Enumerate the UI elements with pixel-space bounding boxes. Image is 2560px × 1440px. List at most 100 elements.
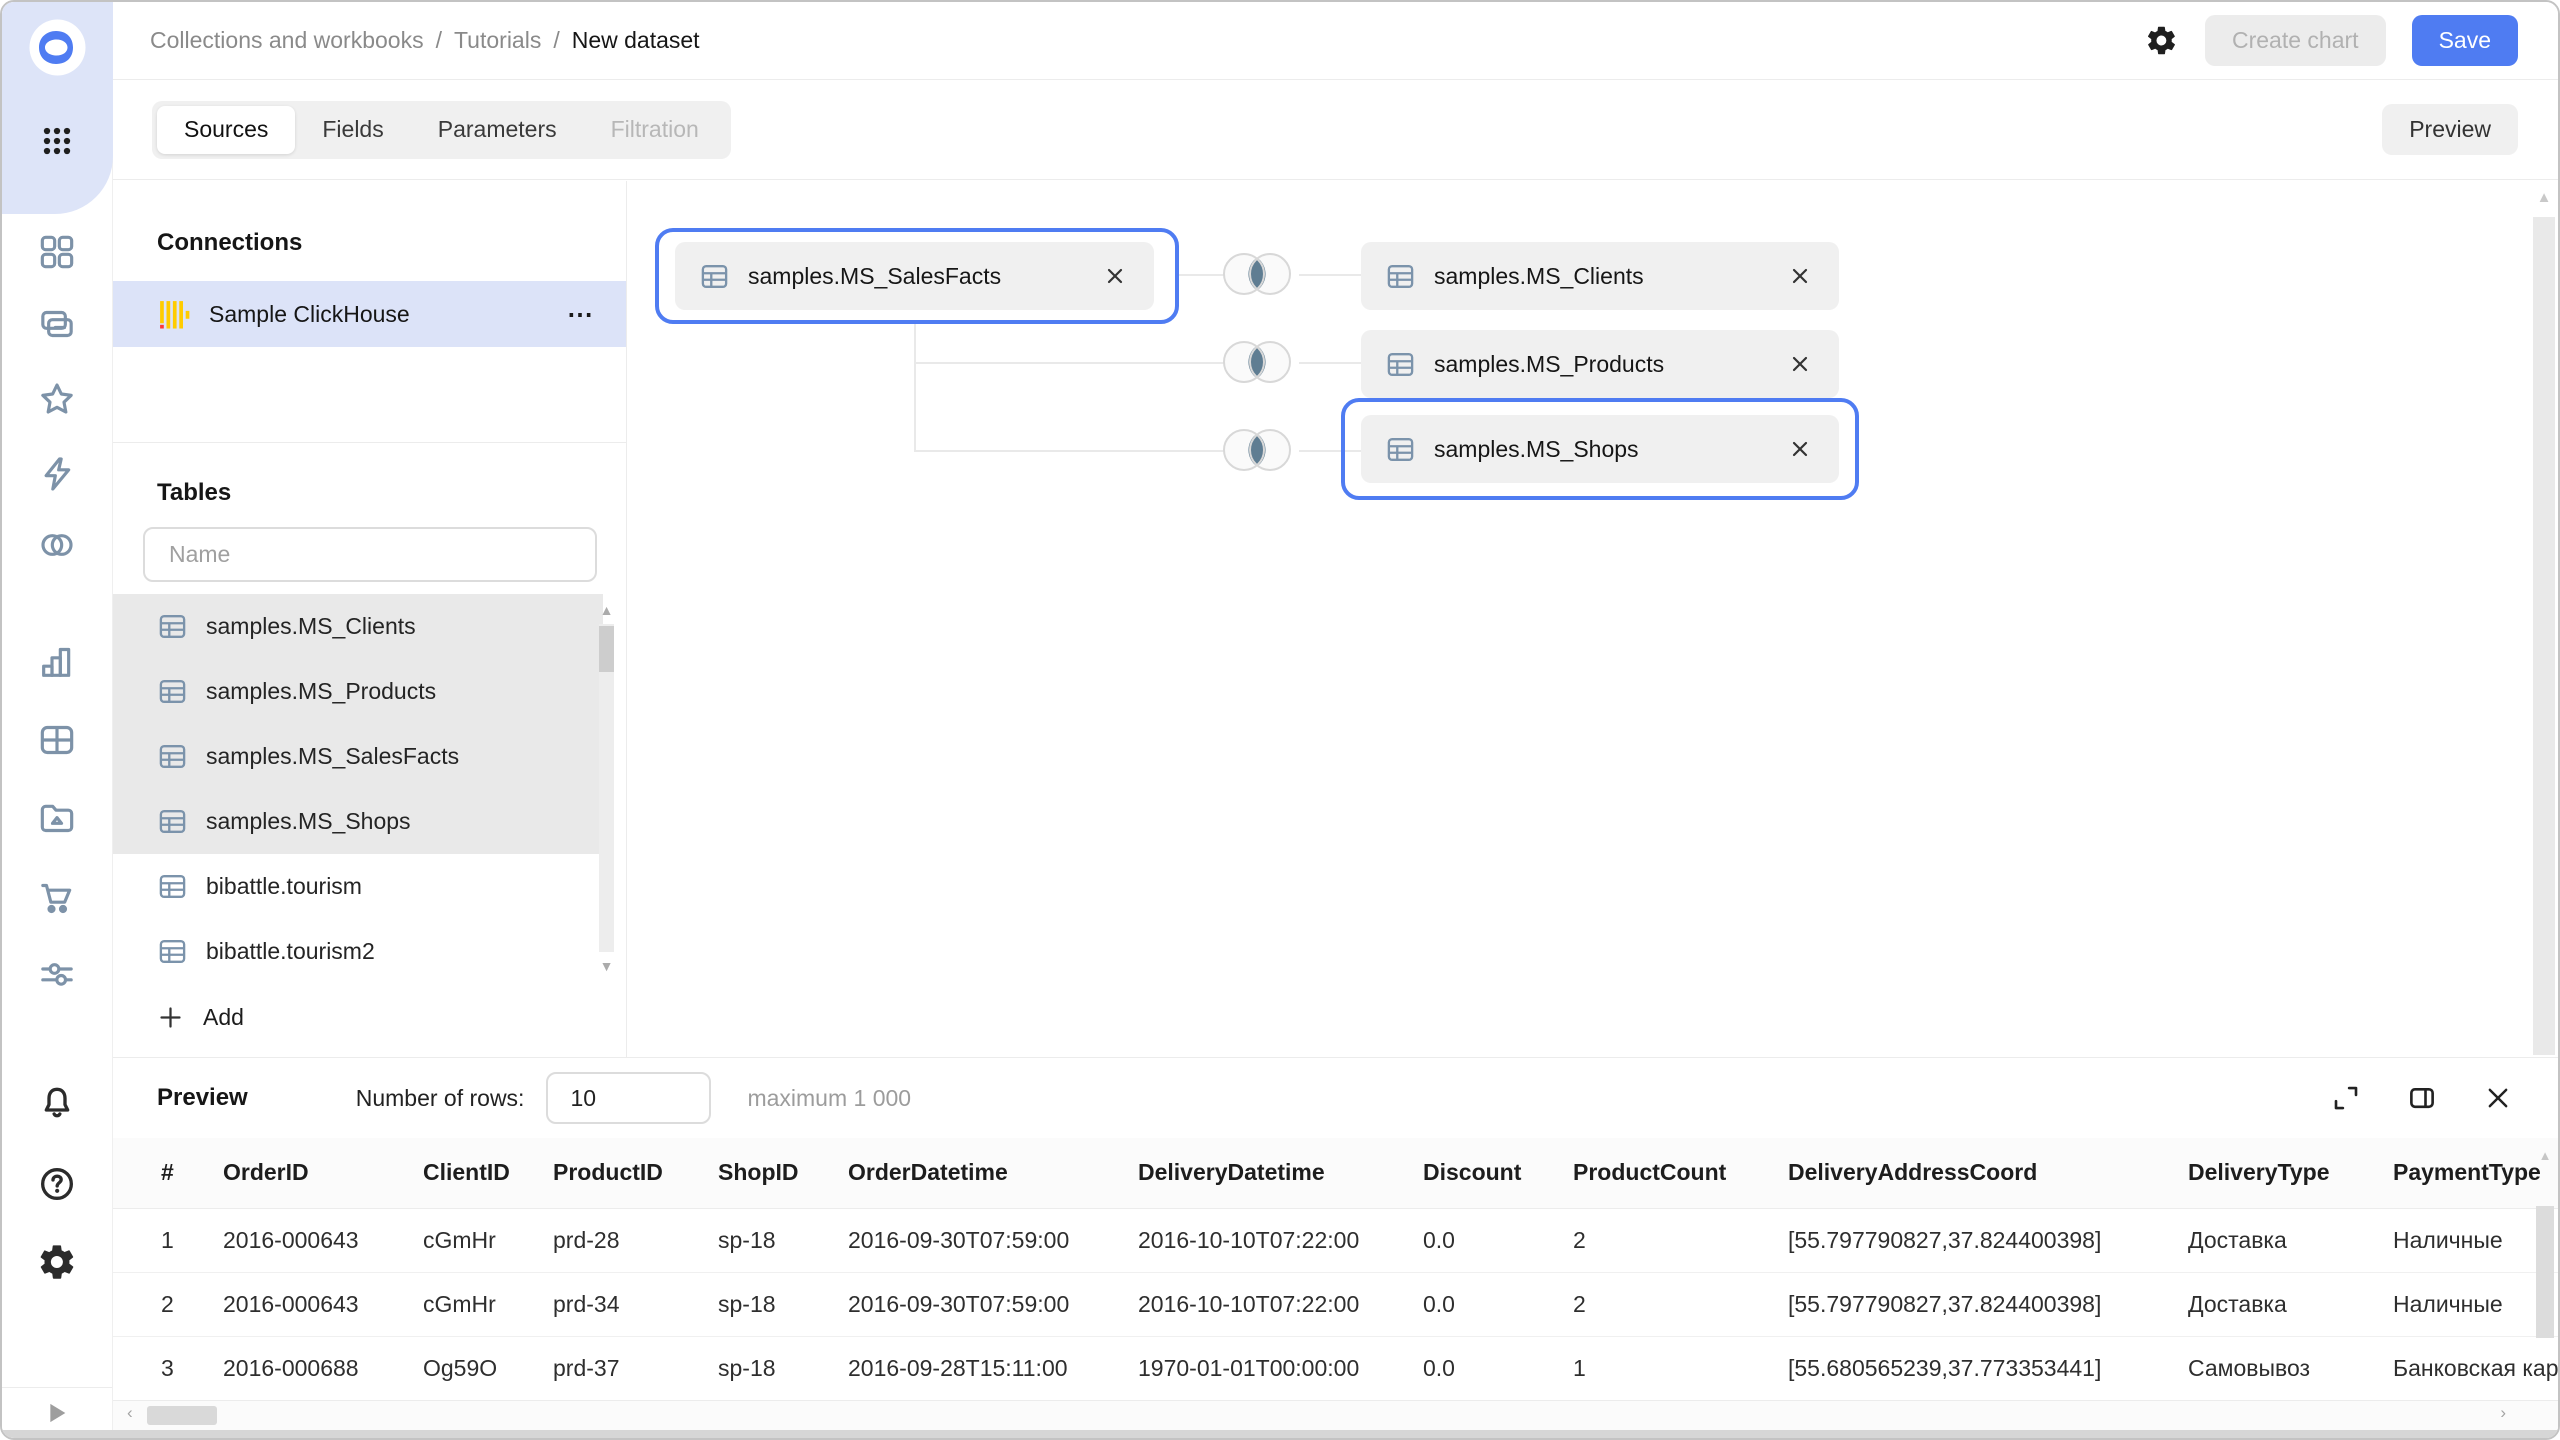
cell: [55.797790827,37.824400398] [1788,1208,2188,1272]
preview-horizontal-scrollbar[interactable]: ‹ › [113,1400,2558,1430]
col-header: ProductCount [1573,1138,1788,1208]
scrollbar-track[interactable] [599,624,614,952]
preview-panel: Preview Number of rows: maximum 1 000 [113,1057,2558,1438]
table-icon [157,936,188,967]
dataset-tabbar: Sources Fields Parameters Filtration Pre… [113,80,2558,180]
breadcrumb-collections[interactable]: Collections and workbooks [150,27,424,54]
scrollbar-thumb[interactable] [2533,217,2555,1055]
scrollbar-thumb[interactable] [147,1406,217,1425]
split-view-icon[interactable] [2404,1080,2440,1116]
cell: 2016-09-30T07:59:00 [848,1208,1138,1272]
table-icon [157,611,188,642]
scroll-left-icon[interactable]: ‹ [127,1403,133,1423]
table-item-ms-salesfacts[interactable]: samples.MS_SalesFacts [113,724,603,789]
cell: 2016-000688 [223,1336,423,1400]
connection-item-sample-clickhouse[interactable]: Sample ClickHouse ⋯ [113,281,626,347]
canvas-node-products[interactable]: samples.MS_Products [1361,330,1839,398]
expand-preview-icon[interactable] [2328,1080,2364,1116]
cell: 1970-01-01T00:00:00 [1138,1336,1423,1400]
cell: cGmHr [423,1272,553,1336]
join-type-icon-inner[interactable] [1213,251,1301,299]
table-row: 32016-000688Og59Oprd-37sp-182016-09-28T1… [113,1336,2560,1400]
page-title: New dataset [572,27,700,54]
remove-node-icon[interactable] [1785,261,1815,291]
connections-lightning-icon[interactable] [35,452,79,496]
datalens-logo[interactable] [29,19,86,76]
table-item-tourism[interactable]: bibattle.tourism [113,854,603,919]
join-type-icon-inner[interactable] [1213,339,1301,387]
col-header: # [113,1138,223,1208]
canvas-scrollbar[interactable]: ▲ [2532,189,2556,1055]
connection-menu-ellipsis-icon[interactable]: ⋯ [567,309,596,319]
add-table-button[interactable]: Add [157,1004,244,1031]
canvas-node-shops[interactable]: samples.MS_Shops [1361,415,1839,483]
tables-list: samples.MS_Clients samples.MS_Products s… [113,594,626,984]
remove-node-icon[interactable] [1785,434,1815,464]
save-button[interactable]: Save [2412,15,2518,66]
scroll-up-icon[interactable]: ▲ [2535,1148,2555,1163]
table-item-ms-clients[interactable]: samples.MS_Clients [113,594,603,659]
scroll-down-icon[interactable]: ▼ [599,958,614,974]
join-canvas[interactable]: samples.MS_SalesFacts samples.MS_Clients [627,181,2558,1057]
cell: [55.680565239,37.773353441] [1788,1336,2188,1400]
marketplace-cart-icon[interactable] [35,876,79,920]
join-type-icon-inner[interactable] [1213,427,1301,475]
table-item-label: samples.MS_Shops [206,808,411,835]
scroll-up-icon[interactable]: ▲ [2532,189,2556,206]
create-chart-button[interactable]: Create chart [2205,15,2386,66]
favorites-star-icon[interactable] [35,377,79,421]
dashboard-grid-icon[interactable] [35,718,79,762]
preview-vertical-scrollbar[interactable]: ▲ ▼ [2535,1148,2555,1440]
dashboards-icon[interactable] [35,230,79,274]
canvas-node-clients[interactable]: samples.MS_Clients [1361,242,1839,310]
col-header: DeliveryAddressCoord [1788,1138,2188,1208]
cell: 2 [1573,1272,1788,1336]
scroll-up-icon[interactable]: ▲ [599,602,614,618]
table-icon [1385,349,1416,380]
notifications-bell-icon[interactable] [35,1081,79,1125]
tab-parameters[interactable]: Parameters [411,106,584,154]
scrollbar-thumb[interactable] [599,626,614,672]
window-bottom-edge [2,1430,2558,1438]
canvas-node-salesfacts[interactable]: samples.MS_SalesFacts [675,242,1154,310]
table-search-input[interactable] [143,527,597,582]
rail-divider [2,1387,112,1388]
plus-icon [157,1004,184,1031]
help-icon[interactable] [35,1162,79,1206]
sources-sidebar: Connections Sample ClickHouse ⋯ Tables s… [113,181,627,1057]
connections-title: Connections [157,181,626,257]
cell: 2016-09-30T07:59:00 [848,1272,1138,1336]
settings-gear-icon[interactable] [35,1240,79,1284]
page-header: Collections and workbooks / Tutorials / … [113,2,2558,80]
rows-max-hint: maximum 1 000 [747,1085,911,1112]
tab-sources[interactable]: Sources [157,106,295,154]
datasets-venn-icon[interactable] [35,523,79,567]
tab-filtration[interactable]: Filtration [584,106,726,154]
rows-count-input[interactable] [546,1072,711,1124]
expand-play-icon[interactable] [35,1394,79,1432]
scroll-right-icon[interactable]: › [2500,1403,2506,1423]
tab-fields[interactable]: Fields [295,106,410,154]
preview-button[interactable]: Preview [2382,104,2518,155]
table-item-ms-shops[interactable]: samples.MS_Shops [113,789,603,854]
join-connector-line [914,362,1227,364]
connection-name: Sample ClickHouse [209,301,410,328]
collections-icon[interactable] [35,303,79,347]
cell: 3 [113,1336,223,1400]
close-preview-icon[interactable] [2480,1080,2516,1116]
breadcrumb-tutorials[interactable]: Tutorials [454,27,541,54]
apps-grid-icon[interactable] [35,119,79,163]
scrollbar-thumb[interactable] [2536,1206,2554,1338]
tables-scrollbar[interactable]: ▲ ▼ [599,602,614,974]
charts-icon[interactable] [35,640,79,684]
table-item-ms-products[interactable]: samples.MS_Products [113,659,603,724]
services-sliders-icon[interactable] [35,952,79,996]
storage-folder-icon[interactable] [35,796,79,840]
remove-node-icon[interactable] [1785,349,1815,379]
table-row: 12016-000643cGmHrprd-28sp-182016-09-30T0… [113,1208,2560,1272]
cell: Доставка [2188,1208,2393,1272]
dataset-settings-gear-icon[interactable] [2143,23,2179,59]
remove-node-icon[interactable] [1100,261,1130,291]
node-label: samples.MS_SalesFacts [748,263,1001,290]
table-item-tourism2[interactable]: bibattle.tourism2 [113,919,603,984]
